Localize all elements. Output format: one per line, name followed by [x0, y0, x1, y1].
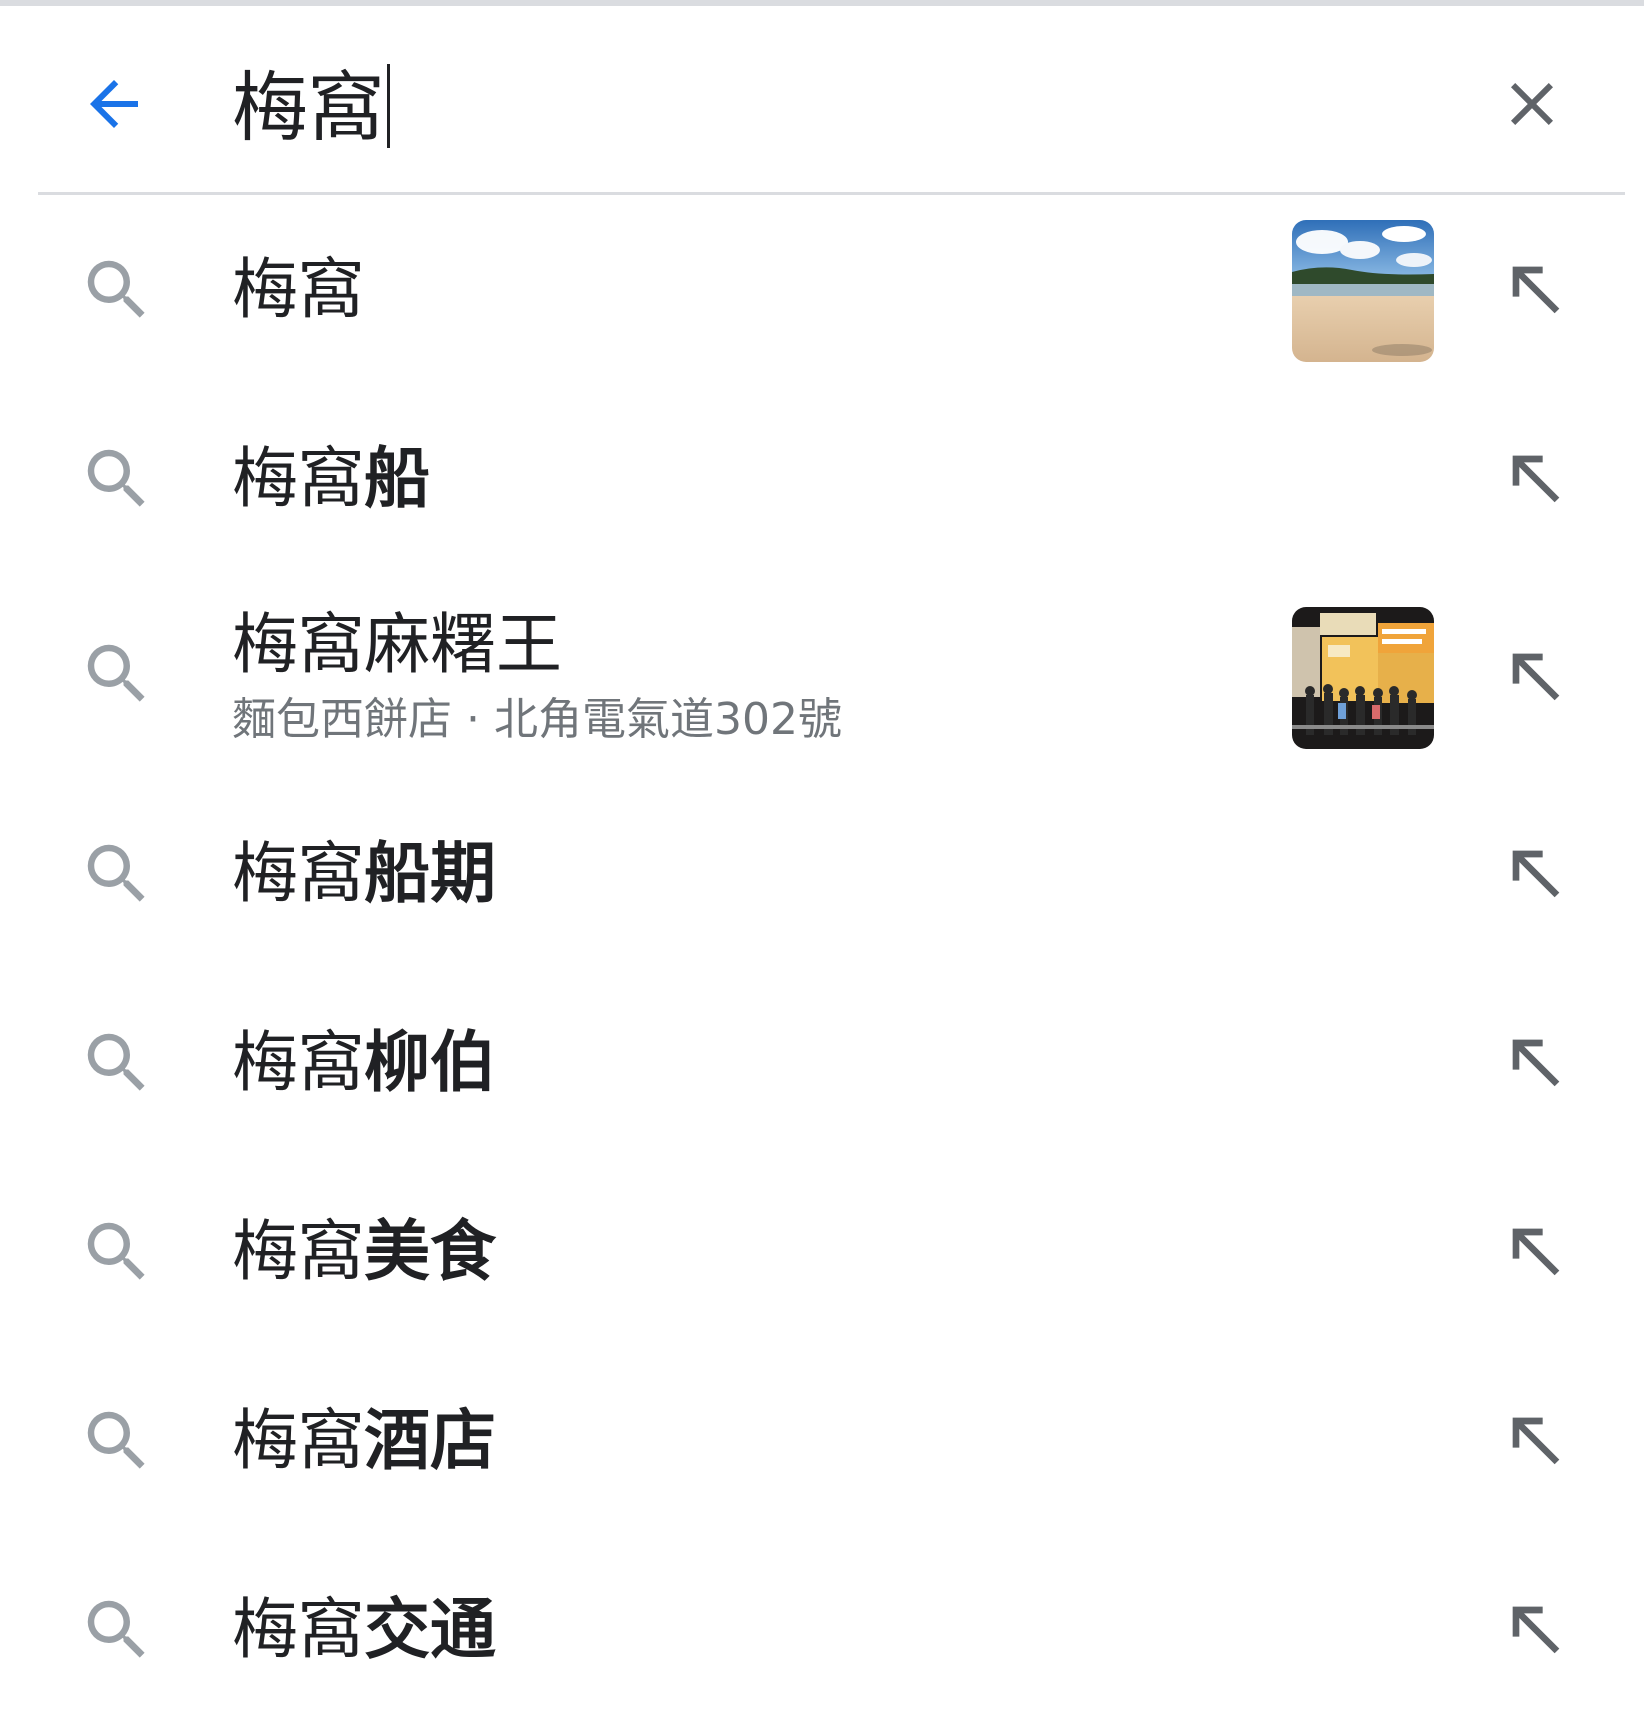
arrow-up-left-icon[interactable]: [1496, 834, 1576, 914]
arrow-up-left-icon[interactable]: [1496, 637, 1576, 717]
suggestion-title: 梅窩船期: [232, 832, 496, 916]
suggestion-row[interactable]: 梅窩酒店: [0, 1346, 1644, 1535]
arrow-up-left-icon[interactable]: [1496, 1023, 1576, 1103]
suggestion-prefix: 梅窩: [232, 250, 364, 328]
suggestion-completion: 柳伯: [364, 1023, 496, 1101]
suggestion-title: 梅窩交通: [232, 1588, 496, 1672]
suggestion-title: 梅窩麻糬王: [232, 603, 842, 687]
arrow-back-icon: [90, 80, 138, 128]
suggestion-prefix: 梅窩: [232, 834, 364, 912]
suggestion-title: 梅窩柳伯: [232, 1021, 496, 1105]
suggestion-text: 梅窩: [232, 195, 364, 384]
place-details: 麵包西餅店 · 北角電氣道302號: [232, 694, 842, 745]
beach-thumbnail: [1292, 220, 1434, 362]
suggestion-row[interactable]: 梅窩交通: [0, 1535, 1644, 1724]
text-cursor: [387, 64, 390, 148]
suggestion-text: 梅窩酒店: [232, 1346, 496, 1535]
search-icon: [87, 260, 145, 318]
search-icon: [87, 1033, 145, 1091]
suggestion-row[interactable]: 梅窩船期: [0, 779, 1644, 968]
suggestion-text: 梅窩船期: [232, 779, 496, 968]
suggestion-completion: 交通: [364, 1590, 496, 1668]
close-icon: [1511, 83, 1553, 125]
suggestion-completion: 美食: [364, 1212, 496, 1290]
search-icon: [87, 1411, 145, 1469]
suggestion-title: 梅窩船: [232, 437, 430, 521]
suggestion-text: 梅窩交通: [232, 1535, 496, 1724]
suggestion-text: 梅窩美食: [232, 1157, 496, 1346]
search-icon: [87, 644, 145, 702]
suggestion-title: 梅窩酒店: [232, 1399, 496, 1483]
suggestion-prefix: 梅窩: [232, 1401, 364, 1479]
suggestion-row[interactable]: 梅窩柳伯: [0, 968, 1644, 1157]
suggestion-title: 梅窩: [232, 248, 364, 332]
arrow-up-left-icon[interactable]: [1496, 1590, 1576, 1670]
suggestion-list: 梅窩 梅窩船 梅窩麻糬王 麵包西餅店 · 北角電氣道302號 梅窩船期 梅窩柳伯…: [0, 195, 1644, 1724]
arrow-up-left-icon[interactable]: [1496, 1401, 1576, 1481]
search-icon: [87, 449, 145, 507]
suggestion-row[interactable]: 梅窩麻糬王 麵包西餅店 · 北角電氣道302號: [0, 573, 1644, 779]
suggestion-row[interactable]: 梅窩船: [0, 384, 1644, 573]
suggestion-prefix: 梅窩: [232, 1590, 364, 1668]
search-icon: [87, 1600, 145, 1658]
suggestion-text: 梅窩麻糬王 麵包西餅店 · 北角電氣道302號: [232, 573, 842, 779]
suggestion-completion: 船期: [364, 834, 496, 912]
suggestion-completion: 船: [364, 439, 430, 517]
search-query-text: 梅窩: [232, 63, 384, 152]
suggestion-completion: 酒店: [364, 1401, 496, 1479]
suggestion-row[interactable]: 梅窩: [0, 195, 1644, 384]
storefront-thumbnail: [1292, 607, 1434, 749]
clear-button[interactable]: [1496, 68, 1568, 140]
search-input[interactable]: 梅窩: [232, 58, 390, 158]
suggestion-prefix: 梅窩: [232, 439, 364, 517]
search-bar: 梅窩: [0, 6, 1644, 194]
suggestion-row[interactable]: 梅窩美食: [0, 1157, 1644, 1346]
search-icon: [87, 844, 145, 902]
suggestion-prefix: 梅窩: [232, 1023, 364, 1101]
arrow-up-left-icon[interactable]: [1496, 250, 1576, 330]
suggestion-prefix: 梅窩麻糬王: [232, 606, 562, 683]
suggestion-prefix: 梅窩: [232, 1212, 364, 1290]
search-icon: [87, 1222, 145, 1280]
suggestion-text: 梅窩船: [232, 384, 430, 573]
back-button[interactable]: [78, 68, 150, 140]
arrow-up-left-icon[interactable]: [1496, 1212, 1576, 1292]
suggestion-title: 梅窩美食: [232, 1210, 496, 1294]
suggestion-text: 梅窩柳伯: [232, 968, 496, 1157]
arrow-up-left-icon[interactable]: [1496, 439, 1576, 519]
